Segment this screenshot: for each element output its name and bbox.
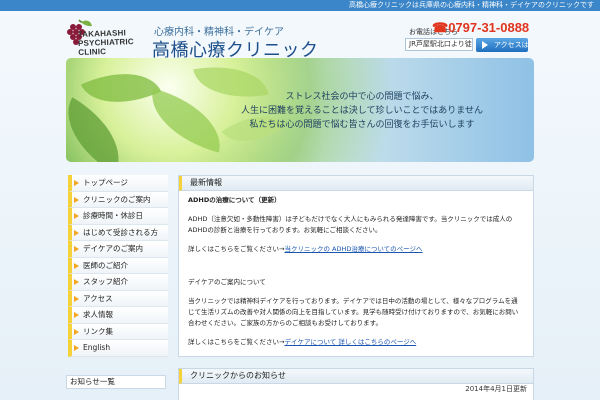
adhd-link[interactable]: 当クリニックの ADHD治療についてのページへ xyxy=(284,245,422,253)
access-info: JR芦屋駅北口より徒歩4分 xyxy=(405,38,473,51)
sidebar-item-hours[interactable]: 診療時間・休診日 xyxy=(68,208,168,225)
arrow-right-icon xyxy=(74,213,79,219)
main-content: 最新情報 ADHDの治療について（更新） ADHD（注意欠如・多動性障害）は子ど… xyxy=(178,175,534,357)
sidebar-item-top[interactable]: トップページ xyxy=(68,175,168,192)
top-banner: 高橋心療クリニックは兵庫県の心療内科・精神科・デイケアのクリニックです xyxy=(0,0,600,11)
sidebar-item-daycare[interactable]: デイケアのご案内 xyxy=(68,241,168,258)
tel-number[interactable]: ☎0797-31-0888 xyxy=(432,20,529,36)
news-link-line: 詳しくはこちらをご覧ください→デイケアについて 詳しくはこちらのページへ xyxy=(188,338,417,346)
arrow-right-icon xyxy=(74,196,79,203)
arrow-right-icon xyxy=(74,246,79,252)
hero-line: 人生に困難を覚えることは決して珍しいことではありません xyxy=(241,106,483,116)
section-title: 最新情報 xyxy=(179,176,533,191)
arrow-right-icon xyxy=(74,229,79,236)
arrow-right-icon xyxy=(74,180,79,186)
arrow-right-icon xyxy=(74,345,79,351)
top-banner-text: 高橋心療クリニックは兵庫県の心療内科・精神科・デイケアのクリニックです xyxy=(349,1,594,9)
arrow-right-icon xyxy=(74,328,79,335)
sidebar-box-title: お知らせ一覧 xyxy=(66,375,166,389)
news-section: クリニックからのお知らせ 2014年4月1日更新 xyxy=(178,368,534,400)
clinic-logo[interactable]: TAKAHASHI PSYCHIATRIC CLINIC xyxy=(64,18,150,58)
hero-line: 私たちは心の問題で悩む皆さんの回復をお手伝いします xyxy=(249,120,475,130)
arrow-right-icon xyxy=(74,312,79,318)
news-link-line: 詳しくはこちらをご覧ください→当クリニックの ADHD治療についてのページへ xyxy=(188,245,423,253)
arrow-right-icon xyxy=(74,262,79,269)
sidebar-item-links[interactable]: リンク集 xyxy=(68,323,168,340)
access-button-label: アクセスはこちら xyxy=(494,41,528,49)
hero-message: ストレス社会の中で心の問題で悩み、 人生に困難を覚えることは決して珍しいことでは… xyxy=(212,90,512,132)
logo-wordmark: TAKAHASHI PSYCHIATRIC CLINIC xyxy=(77,28,134,57)
hero-line: ストレス社会の中で心の問題で悩み、 xyxy=(285,92,439,102)
daycare-link[interactable]: デイケアについて 詳しくはこちらのページへ xyxy=(284,338,416,346)
arrow-right-icon xyxy=(74,279,79,285)
sidebar-item-doctors[interactable]: 医師のご紹介 xyxy=(68,257,168,274)
leaf-decoration xyxy=(66,97,138,162)
sidebar-item-staff[interactable]: スタッフ紹介 xyxy=(68,274,168,291)
sidebar-item-recruit[interactable]: 求人情報 xyxy=(68,307,168,324)
news-heading: ADHDの治療について（更新） xyxy=(188,196,281,204)
arrow-right-icon xyxy=(74,295,79,302)
news-paragraph: ADHD（注意欠如・多動性障害）は子どもだけでなく大人にもみられる発達障害です。… xyxy=(188,215,513,234)
sidebar-item-english[interactable]: English xyxy=(68,340,168,357)
news-section-title: クリニックからのお知らせ xyxy=(179,369,533,384)
access-button[interactable]: アクセスはこちら xyxy=(476,38,528,52)
news-heading: デイケアのご案内について xyxy=(188,278,266,286)
sidebar-item-access[interactable]: アクセス xyxy=(68,290,168,307)
update-date: 2014年4月1日更新 xyxy=(465,385,527,393)
sidebar-item-clinic[interactable]: クリニックのご案内 xyxy=(68,191,168,208)
sidebar-item-first-visit[interactable]: はじめて受診される方 xyxy=(68,224,168,241)
news-paragraph: 当クリニックでは精神科デイケアを行っております。デイケアでは日中の活動の場として… xyxy=(188,297,519,327)
sidebar-nav: トップページ クリニックのご案内 診療時間・休診日 はじめて受診される方 デイケ… xyxy=(68,175,168,357)
play-arrow-icon xyxy=(482,41,488,49)
